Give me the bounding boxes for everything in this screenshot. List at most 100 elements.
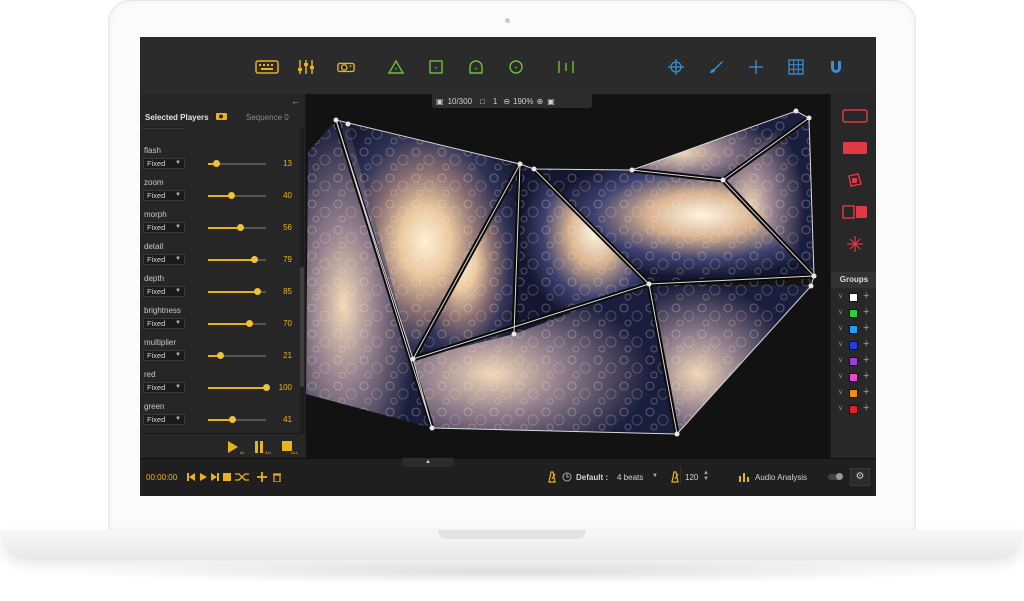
move-cross-icon[interactable] [745,59,767,75]
chevron-down-icon[interactable]: ∨ [838,308,843,316]
add-icon[interactable]: + [863,370,869,382]
skip-back-icon[interactable] [186,472,196,482]
add-circle-icon[interactable]: + [505,59,527,75]
chevron-down-icon[interactable]: ∨ [838,292,843,300]
add-icon[interactable]: + [863,386,869,398]
sequence-tab[interactable]: Sequence 0 [246,113,289,122]
group-color-swatch[interactable] [849,341,858,350]
group-color-swatch[interactable] [849,293,858,302]
zoom-in-icon[interactable]: ⊕ [537,97,544,106]
bpm-stepper[interactable]: ▲ ▼ [703,470,709,482]
chevron-down-icon[interactable]: ∨ [838,404,843,412]
transform-tool-icon[interactable] [841,170,869,190]
split-icon[interactable] [555,59,577,75]
bpm-input[interactable]: 120 [685,473,698,482]
chevron-down-icon[interactable]: ▼ [652,473,658,479]
projector-icon[interactable] [335,59,357,75]
group-color-swatch[interactable] [849,389,858,398]
mode-select[interactable]: Fixed ▼ [143,318,185,329]
slider-knob[interactable] [217,352,225,359]
slider-knob[interactable] [250,256,258,263]
chevron-down-icon[interactable]: ∨ [838,388,843,396]
add-icon[interactable]: + [863,322,869,334]
chevron-down-icon[interactable]: ∨ [838,372,843,380]
mode-select[interactable]: Fixed ▼ [143,286,185,297]
drawer-toggle[interactable]: ▲ [402,458,454,467]
play-icon[interactable] [198,472,208,482]
group-row[interactable]: ∨ + [835,370,875,385]
flip-tool-icon[interactable] [841,202,869,222]
gear-icon[interactable]: ⚙ [850,468,870,486]
param-slider[interactable] [208,192,266,199]
pin-icon[interactable]: ← [291,96,300,106]
group-row[interactable]: ∨ + [835,290,875,305]
stop-all-icon[interactable]: ALL [280,439,299,455]
group-row[interactable]: ∨ + [835,402,875,417]
group-color-swatch[interactable] [849,373,858,382]
trash-icon[interactable] [272,472,282,482]
shuffle-icon[interactable] [234,472,250,482]
chevron-down-icon[interactable]: ∨ [838,324,843,332]
stop-icon[interactable] [222,472,232,482]
mode-select[interactable]: Fixed ▼ [143,254,185,265]
zoom-out-icon[interactable]: ⊖ [503,97,510,106]
rect-outline-tool-icon[interactable] [841,106,869,126]
mapping-canvas[interactable]: ▣ 10/300 □ 1 ⊖ 190% ⊕ ▣ [306,94,830,458]
mode-select[interactable]: Fixed ▼ [143,350,185,361]
mode-select[interactable]: Fixed ▼ [143,382,185,393]
add-triangle-icon[interactable]: + [385,59,407,75]
chevron-down-icon[interactable]: ∨ [838,340,843,348]
rect-filled-tool-icon[interactable] [841,138,869,158]
group-color-swatch[interactable] [849,309,858,318]
keyboard-icon[interactable] [253,59,281,75]
mode-select[interactable]: Fixed ▼ [143,190,185,201]
add-icon[interactable]: + [863,290,869,302]
magnet-icon[interactable] [825,59,847,75]
grid-icon[interactable] [785,59,807,75]
param-slider[interactable] [208,288,266,295]
add-icon[interactable]: + [863,306,869,318]
group-color-swatch[interactable] [849,357,858,366]
group-row[interactable]: ∨ + [835,386,875,401]
metronome-icon[interactable] [547,471,557,483]
param-slider[interactable] [208,320,266,327]
mixer-sliders-icon[interactable] [295,59,317,75]
mode-select[interactable]: Fixed ▼ [143,158,185,169]
group-color-swatch[interactable] [849,405,858,414]
group-row[interactable]: ∨ + [835,338,875,353]
param-slider[interactable] [208,416,266,423]
play-all-icon[interactable]: ALL [226,439,248,455]
param-slider[interactable] [208,160,266,167]
pause-all-icon[interactable]: ALL [253,439,273,455]
slider-knob[interactable] [237,224,245,231]
add-quad-icon[interactable]: + [425,59,447,75]
skip-forward-icon[interactable] [210,472,220,482]
brush-icon[interactable] [705,59,727,75]
add-icon[interactable]: + [863,338,869,350]
crosshair-icon[interactable] [665,59,687,75]
center-tool-icon[interactable] [841,234,869,254]
mode-select[interactable]: Fixed ▼ [143,222,185,233]
slider-knob[interactable] [228,192,236,199]
chevron-down-icon[interactable]: ∨ [838,356,843,364]
add-arch-icon[interactable]: + [465,59,487,75]
group-row[interactable]: ∨ + [835,322,875,337]
crop-icon[interactable]: □ [480,97,485,106]
panel-scrollbar[interactable] [300,127,304,457]
mode-select[interactable]: Fixed ▼ [143,414,185,425]
slider-knob[interactable] [228,416,236,423]
param-slider[interactable] [208,256,266,263]
slider-knob[interactable] [245,320,253,327]
param-slider[interactable] [208,224,266,231]
mode-select[interactable]: ▼ [143,127,185,129]
add-icon[interactable]: + [863,354,869,366]
fit-icon[interactable]: ▣ [547,97,555,106]
slider-knob[interactable] [212,160,220,167]
group-row[interactable]: ∨ + [835,306,875,321]
group-row[interactable]: ∨ + [835,354,875,369]
add-icon[interactable]: + [863,402,869,414]
param-slider[interactable] [208,384,270,391]
scroll-thumb[interactable] [300,267,304,387]
audio-analysis-toggle[interactable] [828,473,843,480]
group-color-swatch[interactable] [849,325,858,334]
